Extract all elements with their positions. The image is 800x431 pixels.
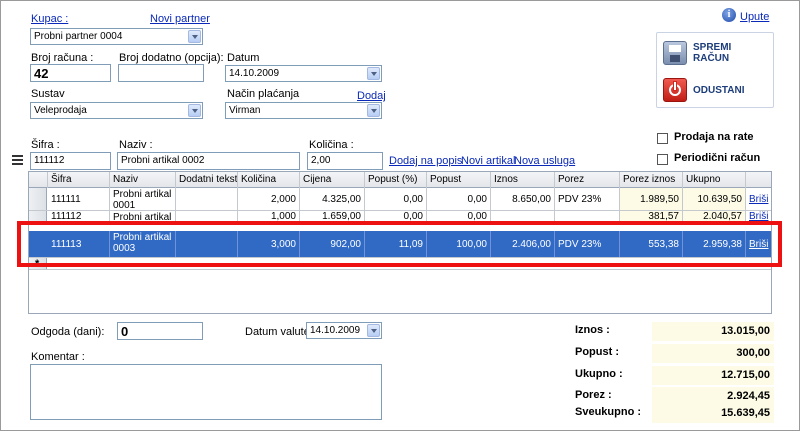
cell-popust-pct: 0,00 bbox=[365, 188, 427, 210]
dodaj-link[interactable]: Dodaj bbox=[357, 90, 386, 102]
cell-porez: PDV 23% bbox=[555, 188, 620, 210]
spremi-racun-button[interactable]: SPREMI RAČUN bbox=[663, 38, 769, 68]
chevron-down-icon[interactable] bbox=[188, 104, 201, 117]
summary-popust-value: 300,00 bbox=[652, 344, 774, 363]
novi-artikal-link[interactable]: Novi artikal bbox=[461, 155, 515, 167]
sifra-label: Šifra : bbox=[31, 139, 60, 151]
datum-label: Datum bbox=[227, 52, 260, 64]
kupac-select[interactable]: Probni partner 0004 bbox=[30, 28, 203, 45]
power-icon bbox=[663, 78, 687, 102]
broj-racuna-input[interactable]: 42 bbox=[30, 64, 111, 82]
summary-sveukupno-label: Sveukupno : bbox=[575, 406, 642, 418]
novi-partner-link[interactable]: Novi partner bbox=[150, 13, 210, 25]
table-row[interactable]: 111111 Probni artikal 0001 2,000 4.325,0… bbox=[29, 188, 771, 211]
odustani-label: ODUSTANI bbox=[693, 84, 745, 96]
datum-valute-value: 14.10.2009 bbox=[310, 325, 361, 336]
naziv-input[interactable]: Probni artikal 0002 bbox=[117, 152, 300, 170]
nacin-placanja-select[interactable]: Virman bbox=[225, 102, 382, 119]
highlight-box bbox=[17, 221, 782, 267]
cell-popust: 0,00 bbox=[427, 188, 491, 210]
odustani-button[interactable]: ODUSTANI bbox=[663, 75, 769, 105]
cell-porez-iznos: 1.989,50 bbox=[620, 188, 683, 210]
header-naziv[interactable]: Naziv bbox=[110, 172, 176, 188]
odgoda-label: Odgoda (dani): bbox=[31, 326, 105, 338]
kupac-select-value: Probni partner 0004 bbox=[34, 31, 123, 42]
komentar-label: Komentar : bbox=[31, 351, 85, 363]
header-ukupno[interactable]: Ukupno bbox=[683, 172, 746, 188]
grid-header: Šifra Naziv Dodatni tekst Količina Cijen… bbox=[29, 172, 771, 188]
cell-kolicina: 2,000 bbox=[238, 188, 300, 210]
save-icon bbox=[663, 41, 687, 65]
odgoda-input[interactable]: 0 bbox=[117, 322, 203, 340]
header-sifra[interactable]: Šifra bbox=[48, 172, 110, 188]
header-dodatni-tekst[interactable]: Dodatni tekst bbox=[176, 172, 238, 188]
cell-dodatni-tekst bbox=[176, 188, 238, 210]
broj-racuna-label: Broj računa : bbox=[31, 52, 94, 64]
kolicina-input[interactable]: 2,00 bbox=[307, 152, 383, 170]
summary-iznos-label: Iznos : bbox=[575, 324, 610, 336]
header-popust-pct[interactable]: Popust (%) bbox=[365, 172, 427, 188]
naziv-label: Naziv : bbox=[119, 139, 153, 151]
summary-ukupno-value: 12.715,00 bbox=[652, 366, 774, 385]
summary-porez-label: Porez : bbox=[575, 389, 612, 401]
chevron-down-icon[interactable] bbox=[367, 67, 380, 80]
cell-sifra: 111111 bbox=[48, 188, 110, 210]
cell-ukupno: 10.639,50 bbox=[683, 188, 746, 210]
periodicni-racun-checkbox[interactable] bbox=[657, 154, 668, 165]
komentar-textarea[interactable] bbox=[30, 364, 382, 420]
header-kolicina[interactable]: Količina bbox=[238, 172, 300, 188]
datum-valute-picker[interactable]: 14.10.2009 bbox=[306, 322, 382, 339]
info-icon[interactable]: i bbox=[722, 8, 736, 22]
dodaj-na-popis-link[interactable]: Dodaj na popis bbox=[389, 155, 462, 167]
summary-ukupno-label: Ukupno : bbox=[575, 368, 623, 380]
chevron-down-icon[interactable] bbox=[188, 30, 201, 43]
nacin-placanja-value: Virman bbox=[229, 105, 261, 116]
chevron-down-icon[interactable] bbox=[367, 324, 380, 337]
broj-dodatno-label: Broj dodatno (opcija): bbox=[119, 52, 224, 64]
nacin-placanja-label: Način plaćanja bbox=[227, 88, 300, 100]
header-iznos[interactable]: Iznos bbox=[491, 172, 555, 188]
header-cijena[interactable]: Cijena bbox=[300, 172, 365, 188]
prodaja-na-rate-checkbox[interactable] bbox=[657, 133, 668, 144]
sustav-value: Veleprodaja bbox=[34, 105, 87, 116]
summary-sveukupno-value: 15.639,45 bbox=[652, 404, 774, 423]
sustav-select[interactable]: Veleprodaja bbox=[30, 102, 203, 119]
prodaja-na-rate-label: Prodaja na rate bbox=[674, 131, 754, 143]
broj-dodatno-input[interactable] bbox=[118, 64, 204, 82]
periodicni-racun-label: Periodični račun bbox=[674, 152, 761, 164]
cell-naziv: Probni artikal 0001 bbox=[110, 188, 176, 210]
nova-usluga-link[interactable]: Nova usluga bbox=[514, 155, 575, 167]
datum-valute-label: Datum valute bbox=[245, 326, 310, 338]
kolicina-label: Količina : bbox=[309, 139, 354, 151]
kupac-label-link[interactable]: Kupac : bbox=[31, 13, 68, 25]
cell-iznos: 8.650,00 bbox=[491, 188, 555, 210]
datum-value: 14.10.2009 bbox=[229, 68, 280, 79]
spremi-racun-label: SPREMI RAČUN bbox=[693, 42, 732, 64]
delete-link-label[interactable]: Briši bbox=[749, 194, 768, 205]
header-porez[interactable]: Porez bbox=[555, 172, 620, 188]
header-porez-iznos[interactable]: Porez iznos bbox=[620, 172, 683, 188]
sustav-label: Sustav bbox=[31, 88, 65, 100]
list-icon bbox=[12, 155, 23, 165]
summary-popust-label: Popust : bbox=[575, 346, 619, 358]
summary-iznos-value: 13.015,00 bbox=[652, 322, 774, 341]
header-row-selector bbox=[29, 172, 48, 188]
sifra-input[interactable]: 111112 bbox=[30, 152, 111, 170]
header-popust[interactable]: Popust bbox=[427, 172, 491, 188]
upute-link[interactable]: Upute bbox=[740, 11, 769, 23]
delete-link[interactable]: Briši bbox=[746, 188, 771, 210]
datum-picker[interactable]: 14.10.2009 bbox=[225, 65, 382, 82]
chevron-down-icon[interactable] bbox=[367, 104, 380, 117]
cell-cijena: 4.325,00 bbox=[300, 188, 365, 210]
